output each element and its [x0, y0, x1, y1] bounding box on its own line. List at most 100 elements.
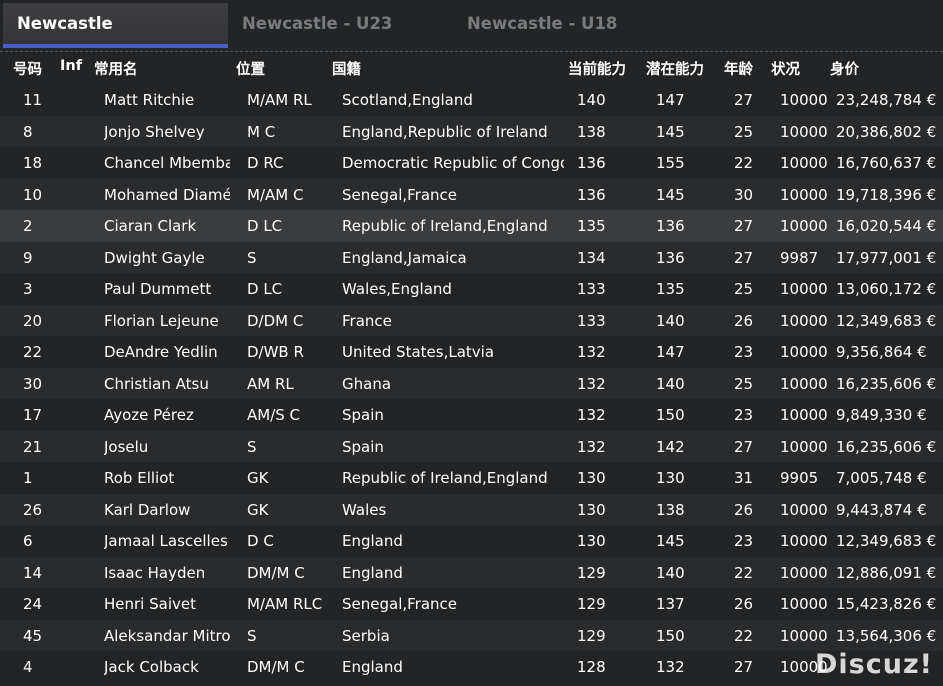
table-row[interactable]: 26 Karl Darlow GK Wales 130 138 26 10000 9,443,8…: [0, 493, 943, 525]
cell-number: 21: [23, 437, 43, 456]
table-row[interactable]: 10 Mohamed Diamé M/AM C Senegal,France 136 14…: [0, 178, 943, 210]
table-row[interactable]: 2 Ciaran Clark D LC Republic of Ireland,Eng…: [0, 210, 943, 242]
cell-condition: 10000: [780, 595, 828, 613]
cell-value: 9,443,874 €: [836, 500, 927, 519]
cell-position: DM/M C: [247, 658, 305, 676]
table-row[interactable]: 9 Dwight Gayle S England,Jamaica 134 136 27 998…: [0, 241, 943, 273]
cell-age: 27: [734, 248, 754, 267]
table-row[interactable]: 1 Rob Elliot GK Republic of Ireland,England…: [0, 462, 943, 494]
cell-ca: 130: [577, 469, 606, 487]
column-header-pa[interactable]: 潜在能力: [646, 58, 704, 79]
cell-condition: 10000: [780, 343, 828, 361]
cell-nationality: Senegal,France: [342, 185, 458, 204]
cell-condition: 10000: [780, 626, 828, 645]
column-header-number[interactable]: 号码: [13, 58, 42, 79]
cell-condition: 10000: [780, 406, 828, 424]
cell-nationality: France: [342, 311, 392, 330]
table-row[interactable]: 45 Aleksandar Mitrovic S Serbia 129 150 22 1000…: [0, 619, 943, 651]
table-row[interactable]: 20 Florian Lejeune D/DM C France 133 140 26 100…: [0, 304, 943, 336]
cell-number: 18: [23, 154, 43, 172]
cell-value: 15,423,826 €: [836, 595, 936, 613]
team-tab-bar: Newcastle Newcastle - U23 Newcastle - U1…: [0, 0, 943, 50]
table-row[interactable]: 4 Jack Colback DM/M C England 128 132 27 10000: [0, 651, 943, 683]
cell-number: 11: [23, 91, 43, 109]
column-header-value[interactable]: 身价: [830, 58, 859, 79]
cell-nationality: Spain: [342, 406, 384, 424]
cell-age: 22: [734, 626, 754, 645]
cell-pa: 137: [656, 595, 685, 613]
cell-pa: 136: [656, 248, 685, 267]
cell-position: GK: [247, 500, 269, 519]
cell-pa: 132: [656, 658, 685, 676]
table-row[interactable]: 17 Ayoze Pérez AM/S C Spain 132 150 23 10000 9,8…: [0, 399, 943, 431]
cell-pa: 145: [656, 532, 685, 550]
cell-nationality: England: [342, 532, 403, 550]
cell-value: 16,020,544 €: [836, 217, 936, 235]
cell-pa: 135: [656, 280, 685, 298]
cell-number: 22: [23, 343, 43, 361]
column-header-age[interactable]: 年龄: [724, 58, 753, 79]
table-row[interactable]: 14 Isaac Hayden DM/M C England 129 140 22 10000…: [0, 556, 943, 588]
cell-position: D/DM C: [247, 311, 304, 330]
cell-age: 25: [734, 374, 754, 393]
cell-position: D/WB R: [247, 343, 304, 361]
cell-age: 26: [734, 500, 754, 519]
cell-position: AM RL: [247, 374, 294, 393]
table-row[interactable]: 6 Jamaal Lascelles D C England 130 145 23 10000…: [0, 525, 943, 557]
cell-nationality: Serbia: [342, 626, 390, 645]
cell-value: 16,235,606 €: [836, 374, 936, 393]
cell-condition: 10000: [780, 500, 828, 519]
table-row[interactable]: 30 Christian Atsu AM RL Ghana 132 140 25 10000 1…: [0, 367, 943, 399]
table-row[interactable]: 18 Chancel Mbemba D RC Democratic Republic …: [0, 147, 943, 179]
cell-position: D LC: [247, 217, 283, 235]
cell-number: 6: [23, 532, 33, 550]
cell-number: 3: [23, 280, 33, 298]
column-header-condition[interactable]: 状况: [771, 58, 800, 79]
cell-value: 9,849,330 €: [836, 406, 927, 424]
table-row[interactable]: 3 Paul Dummett D LC Wales,England 133 135 25 10…: [0, 273, 943, 305]
table-row[interactable]: 11 Matt Ritchie M/AM RL Scotland,England 140…: [0, 84, 943, 116]
cell-nationality: England,Republic of Ireland: [342, 122, 548, 141]
cell-condition: 10000: [780, 280, 828, 298]
cell-name: Matt Ritchie: [104, 91, 195, 109]
cell-pa: 150: [656, 626, 685, 645]
cell-condition: 10000: [780, 122, 828, 141]
cell-ca: 135: [577, 217, 606, 235]
cell-ca: 134: [577, 248, 606, 267]
cell-name: Chancel Mbemba: [104, 154, 230, 172]
column-header-position[interactable]: 位置: [236, 58, 265, 79]
cell-age: 23: [734, 532, 754, 550]
cell-number: 1: [23, 469, 33, 487]
table-row[interactable]: 21 Joselu S Spain 132 142 27 10000 16,235,606 €: [0, 430, 943, 462]
column-header-nationality[interactable]: 国籍: [332, 58, 361, 79]
cell-age: 23: [734, 343, 754, 361]
cell-value: 13,564,306 €: [836, 626, 936, 645]
tab-newcastle[interactable]: Newcastle: [3, 3, 228, 48]
cell-condition: 10000: [780, 154, 828, 172]
cell-nationality: Wales,England: [342, 280, 452, 298]
column-header-name[interactable]: 常用名: [94, 58, 138, 79]
cell-pa: 136: [656, 217, 685, 235]
cell-position: M/AM RL: [247, 91, 312, 109]
cell-position: D C: [247, 532, 274, 550]
cell-ca: 132: [577, 343, 606, 361]
tab-newcastle-u18[interactable]: Newcastle - U18: [453, 3, 678, 48]
column-header-inf[interactable]: Inf: [60, 58, 82, 74]
cell-condition: 10000: [780, 374, 828, 393]
table-row[interactable]: 8 Jonjo Shelvey M C England,Republic of Ire…: [0, 115, 943, 147]
cell-ca: 130: [577, 500, 606, 519]
column-header-ca[interactable]: 当前能力: [568, 58, 626, 79]
cell-pa: 140: [656, 374, 685, 393]
cell-condition: 10000: [780, 91, 828, 109]
cell-name: Jack Colback: [104, 658, 199, 676]
cell-age: 25: [734, 122, 754, 141]
cell-age: 30: [734, 185, 754, 204]
cell-pa: 138: [656, 500, 685, 519]
tab-newcastle-u23[interactable]: Newcastle - U23: [228, 3, 453, 48]
cell-nationality: Spain: [342, 437, 384, 456]
tab-divider: [0, 51, 943, 52]
cell-ca: 132: [577, 374, 606, 393]
table-row[interactable]: 22 DeAndre Yedlin D/WB R United States,Latv…: [0, 336, 943, 368]
cell-name: Rob Elliot: [104, 469, 175, 487]
table-row[interactable]: 24 Henri Saivet M/AM RLC Senegal,France 129 1…: [0, 588, 943, 620]
